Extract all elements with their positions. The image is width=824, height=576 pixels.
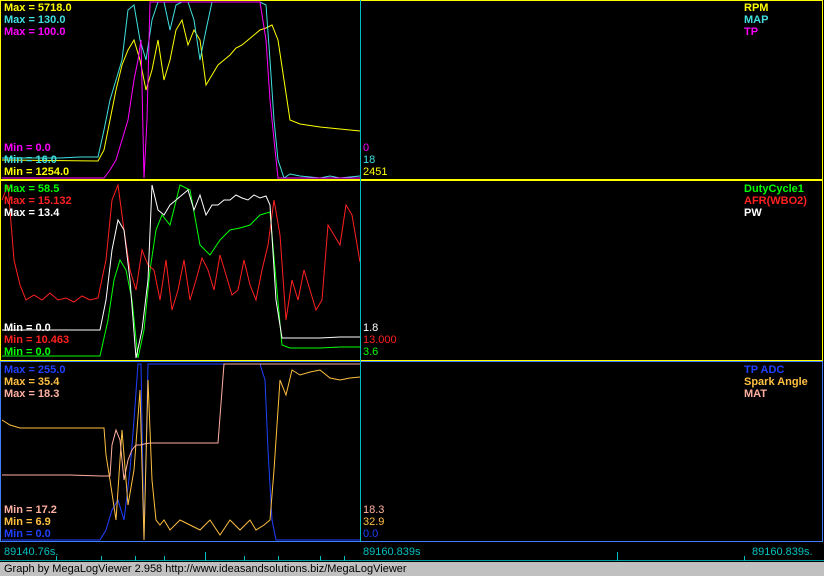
- map-cursor-value: 18: [363, 154, 376, 166]
- pw-cursor-value: 1.8: [363, 322, 379, 334]
- mat-series-name: MAT: [744, 388, 768, 400]
- tp-adc-min-label: Min = 0.0: [4, 528, 51, 540]
- tp-adc-series-name: TP ADC: [744, 364, 785, 376]
- rpm-series-name: RPM: [744, 2, 769, 14]
- tp-series-name: TP: [744, 26, 759, 38]
- afr-series-name: AFR(WBO2): [744, 195, 807, 207]
- pw-series-name: PW: [744, 207, 762, 219]
- tp-min-label: Min = 0.0: [4, 142, 51, 154]
- rpm-max-label: Max = 5718.0: [4, 2, 72, 14]
- dutycycle1-max-label: Max = 58.5: [4, 183, 60, 195]
- dutycycle1-series-name: DutyCycle1: [744, 183, 804, 195]
- timeline-start-label: 89140.76s.: [4, 546, 59, 558]
- spark-angle-max-label: Max = 35.4: [4, 376, 60, 388]
- map-series-name: MAP: [744, 14, 769, 26]
- pw-max-label: Max = 13.4: [4, 207, 60, 219]
- tp-adc-cursor-value: 0.0: [363, 528, 379, 540]
- map-max-label: Max = 130.0: [4, 14, 66, 26]
- mat-min-label: Min = 17.2: [4, 504, 57, 516]
- rpm-cursor-value: 2451: [363, 166, 388, 178]
- spark-angle-cursor-value: 32.9: [363, 516, 385, 528]
- afr-min-label: Min = 10.463: [4, 334, 70, 346]
- map-min-label: Min = 16.0: [4, 154, 57, 166]
- rpm-min-label: Min = 1254.0: [4, 166, 70, 178]
- timeline-cursor-label: 89160.839s: [363, 546, 421, 558]
- dutycycle1-cursor-value: 3.6: [363, 346, 379, 358]
- log-graph-canvas[interactable]: [0, 0, 824, 576]
- tp-max-label: Max = 100.0: [4, 26, 66, 38]
- pw-min-label: Min = 0.0: [4, 322, 51, 334]
- spark-angle-series-name: Spark Angle: [744, 376, 808, 388]
- mat-cursor-value: 18.3: [363, 504, 385, 516]
- timeline-end-label: 89160.839s.: [752, 546, 813, 558]
- afr-max-label: Max = 15.132: [4, 195, 72, 207]
- tp-cursor-value: 0: [363, 142, 370, 154]
- footer-credit: Graph by MegaLogViewer 2.958 http://www.…: [0, 562, 824, 576]
- spark-angle-min-label: Min = 6.9: [4, 516, 51, 528]
- mat-max-label: Max = 18.3: [4, 388, 60, 400]
- tp-adc-max-label: Max = 255.0: [4, 364, 66, 376]
- afr-cursor-value: 13.000: [363, 334, 397, 346]
- dutycycle1-min-label: Min = 0.0: [4, 346, 51, 358]
